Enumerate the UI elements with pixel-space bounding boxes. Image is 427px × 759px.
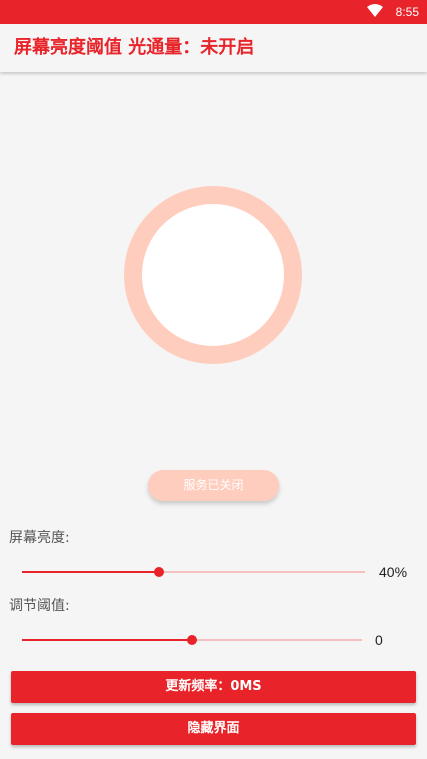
brightness-slider-fill bbox=[22, 571, 160, 573]
status-time: 8:55 bbox=[395, 5, 419, 19]
app-bar: 屏幕亮度阈值 光通量：未开启 bbox=[0, 24, 427, 72]
brightness-value: 40% bbox=[379, 564, 408, 580]
status-bar: 8:55 bbox=[0, 0, 427, 24]
threshold-slider[interactable] bbox=[22, 633, 362, 647]
page-title: 屏幕亮度阈值 光通量：未开启 bbox=[14, 37, 255, 58]
brightness-label: 屏幕亮度: bbox=[9, 530, 70, 546]
brightness-indicator-ring bbox=[124, 186, 302, 364]
hide-ui-button[interactable]: 隐藏界面 bbox=[11, 713, 416, 745]
threshold-slider-fill bbox=[22, 639, 192, 641]
brightness-slider-thumb[interactable] bbox=[154, 567, 165, 577]
wifi-icon bbox=[367, 4, 383, 17]
threshold-label: 调节阈值: bbox=[9, 598, 70, 614]
threshold-slider-thumb[interactable] bbox=[187, 635, 197, 645]
refresh-rate-button[interactable]: 更新频率：0MS bbox=[11, 671, 416, 703]
service-status-button[interactable]: 服务已关闭 bbox=[148, 470, 279, 501]
threshold-value: 0 bbox=[375, 632, 383, 648]
brightness-slider[interactable] bbox=[22, 565, 365, 579]
